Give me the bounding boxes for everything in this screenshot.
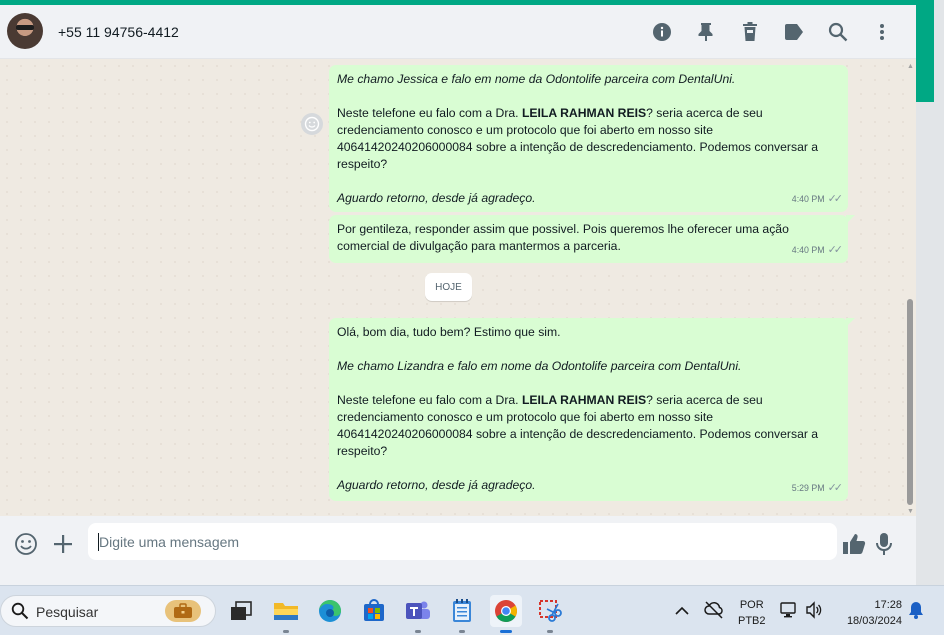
windows-taskbar: Pesquisar POR PTB2 17:28 18/03/2024 [0,585,944,635]
whatsapp-chat-window: +55 11 94756-4412 Me chamo Jessica e fal… [0,5,916,585]
search-placeholder: Pesquisar [36,604,99,620]
message-text-run: Olá, bom dia, tudo bem? Estimo que sim. [337,325,561,339]
system-clock[interactable]: 17:28 18/03/2024 [836,597,902,629]
message-paragraph: Por gentileza, responder assim que possi… [337,221,839,255]
contact-avatar[interactable] [7,13,43,49]
side-panel-edge [916,0,944,585]
message-paragraph: Me chamo Lizandra e falo em nome da Odon… [337,358,839,375]
message-paragraph: Neste telefone eu falo com a Dra. LEILA … [337,105,839,173]
running-indicator [500,630,512,633]
attach-plus-icon[interactable] [50,531,76,557]
task-view-icon[interactable] [225,595,257,627]
react-emoji-icon[interactable] [301,113,323,135]
date-divider: HOJE [425,273,472,301]
message-time: 4:40 PM [791,245,825,255]
message-text-run: Neste telefone eu falo com a Dra. [337,393,522,407]
message-composer [0,516,916,585]
message-paragraph [337,460,839,477]
message-paragraph [337,88,839,105]
scroll-up-arrow-icon[interactable]: ▲ [907,63,914,70]
outgoing-message[interactable]: Me chamo Jessica e falo em nome da Odont… [329,65,848,212]
message-text-run: Aguardo retorno, desde já agradeço. [337,191,536,205]
running-indicator [415,630,421,633]
message-text-run: Por gentileza, responder assim que possi… [337,222,789,253]
outgoing-message[interactable]: Por gentileza, responder assim que possi… [329,215,855,263]
bubble-tail [846,318,855,327]
info-icon[interactable] [650,21,674,43]
message-paragraph: Olá, bom dia, tudo bem? Estimo que sim. [337,324,839,341]
outgoing-message[interactable]: Olá, bom dia, tudo bem? Estimo que sim. M… [329,318,855,501]
microphone-icon[interactable] [871,531,897,557]
pin-icon[interactable] [694,21,718,43]
message-list[interactable]: Me chamo Jessica e falo em nome da Odont… [0,59,916,516]
network-offline-icon[interactable] [704,601,724,624]
message-meta: 5:29 PM ✓✓ [791,480,844,497]
double-check-icon: ✓✓ [827,244,844,256]
message-bold-text: LEILA RAHMAN REIS [521,393,647,407]
scroll-thumb[interactable] [907,299,913,505]
running-indicator [459,630,465,633]
message-paragraph: Me chamo Jessica e falo em nome da Odont… [337,71,839,88]
taskbar-search[interactable]: Pesquisar [0,595,216,627]
notification-bell-icon[interactable] [908,601,924,624]
side-accent [916,0,934,102]
edge-browser-icon[interactable] [314,595,346,627]
teams-icon[interactable] [402,595,434,633]
message-paragraph: Aguardo retorno, desde já agradeço. [337,190,839,207]
message-time: 5:29 PM [791,483,825,493]
header-actions [650,21,894,43]
double-check-icon: ✓✓ [827,482,844,494]
double-check-icon: ✓✓ [827,193,844,205]
message-paragraph: Neste telefone eu falo com a Dra. LEILA … [337,392,839,460]
briefcase-icon [165,600,201,622]
message-meta: 4:40 PM ✓✓ [791,242,844,259]
chrome-icon[interactable] [490,595,522,633]
message-text: Me chamo Jessica e falo em nome da Odont… [337,71,839,207]
message-time: 4:40 PM [791,194,825,204]
clock-date: 18/03/2024 [846,615,902,627]
label-icon[interactable] [782,21,806,43]
bubble-tail [846,215,855,224]
keyboard-language[interactable]: POR PTB2 [738,597,766,629]
store-icon[interactable] [358,595,390,627]
clock-time: 17:28 [874,599,902,611]
layout-code: PTB2 [738,615,766,627]
contact-name[interactable]: +55 11 94756-4412 [58,24,179,40]
running-indicator [547,630,553,633]
file-explorer-icon[interactable] [270,595,302,633]
search-icon[interactable] [826,21,850,43]
menu-icon[interactable] [870,21,894,43]
search-icon [11,602,29,620]
message-text: Olá, bom dia, tudo bem? Estimo que sim. M… [337,324,839,494]
message-text-run: Me chamo Jessica e falo em nome da Odont… [337,72,736,86]
running-indicator [283,630,289,633]
chat-header: +55 11 94756-4412 [0,5,916,59]
delete-icon[interactable] [738,21,762,43]
message-text-run: Aguardo retorno, desde já agradeço. [337,478,536,492]
message-paragraph: Aguardo retorno, desde já agradeço. [337,477,839,494]
volume-icon[interactable] [805,601,823,624]
message-input[interactable] [88,523,837,560]
chat-scrollbar[interactable]: ▲ ▼ [904,59,916,516]
message-meta: 4:40 PM ✓✓ [791,191,844,208]
thumbs-up-icon[interactable] [841,531,867,557]
message-text-run: Me chamo Lizandra e falo em nome da Odon… [337,359,742,373]
notepad-icon[interactable] [446,595,478,633]
show-hidden-icons-chevron-icon[interactable] [675,603,689,621]
text-caret [98,533,99,551]
message-paragraph [337,375,839,392]
emoji-icon[interactable] [13,531,39,557]
message-bold-text: LEILA RAHMAN REIS [521,106,647,120]
snipping-tool-icon[interactable] [534,595,566,633]
message-text: Por gentileza, responder assim que possi… [337,221,839,255]
language-code: POR [739,599,764,611]
message-paragraph [337,173,839,190]
message-paragraph [337,341,839,358]
scroll-down-arrow-icon[interactable]: ▼ [907,508,914,515]
display-icon[interactable] [780,601,798,624]
message-text-run: Neste telefone eu falo com a Dra. [337,106,522,120]
